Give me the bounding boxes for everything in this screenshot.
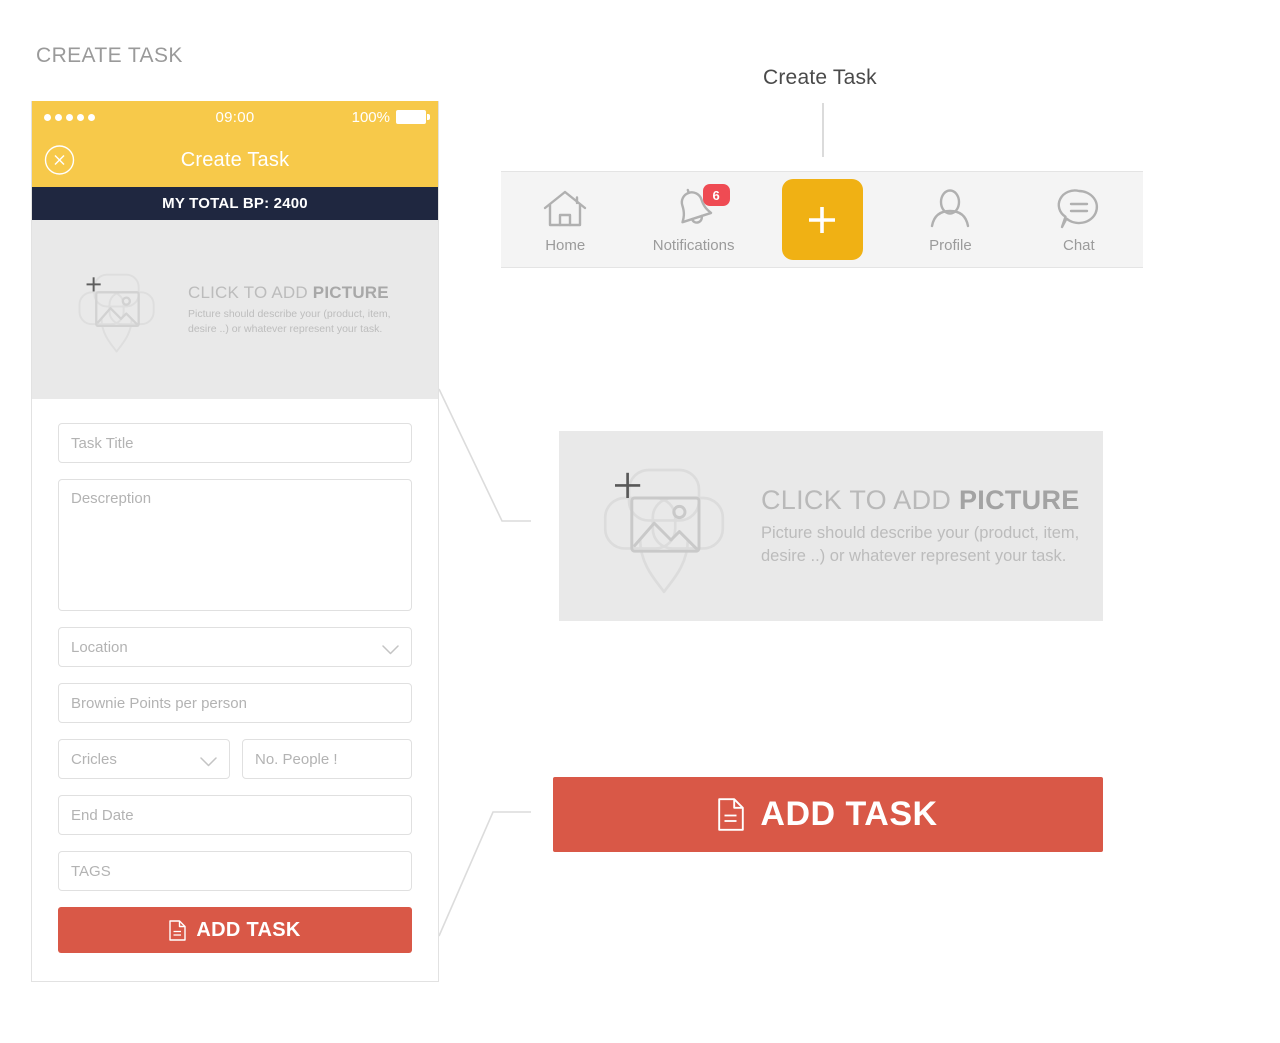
phone-mockup: 09:00 100% Create Task MY TOTAL BP: 2400: [31, 101, 439, 982]
connector-addtask: [438, 811, 531, 937]
tab-notifications[interactable]: 6 Notifications: [629, 172, 757, 267]
tab-chat[interactable]: Chat: [1015, 172, 1143, 267]
plus-icon: [809, 206, 836, 233]
add-picture-subtext-line1: Picture should describe your (product, i…: [761, 524, 1080, 543]
add-picture-text-callout: CLICK TO ADD PICTURE Picture should desc…: [761, 485, 1080, 567]
tab-create[interactable]: [758, 172, 886, 267]
screen-root: CREATE TASK 09:00 100% Create Task MY TO…: [0, 0, 1280, 1043]
add-picture-placeholder-icon: [587, 442, 755, 610]
bottom-tab-bar: Home 6 Notifications Profile Chat: [501, 171, 1143, 268]
add-picture-dropzone[interactable]: CLICK TO ADD PICTURE Picture should desc…: [32, 220, 438, 399]
task-title-input[interactable]: Task Title: [58, 423, 412, 463]
add-picture-heading-normal: CLICK TO ADD: [761, 485, 959, 516]
add-picture-heading-normal: CLICK TO ADD: [188, 283, 313, 303]
create-task-fab[interactable]: [781, 179, 863, 260]
circles-people-row: Cricles No. People !: [58, 739, 412, 779]
description-placeholder: Descreption: [71, 490, 152, 507]
add-picture-placeholder-icon: [68, 257, 174, 363]
people-count-placeholder: No. People !: [255, 750, 338, 768]
add-task-button-callout-label: ADD TASK: [760, 795, 938, 833]
brownie-points-input[interactable]: Brownie Points per person: [58, 683, 412, 723]
add-picture-heading: CLICK TO ADD PICTURE: [188, 283, 389, 302]
brownie-points-placeholder: Brownie Points per person: [71, 694, 247, 712]
create-task-form: Task Title Descreption Location Brownie …: [32, 399, 438, 953]
tab-home-label: Home: [545, 236, 586, 254]
add-picture-subtext-line1: Picture should describe your (product, i…: [188, 308, 391, 321]
add-task-button-callout[interactable]: ADD TASK: [553, 777, 1103, 852]
end-date-placeholder: End Date: [71, 806, 134, 824]
add-picture-text: CLICK TO ADD PICTURE Picture should desc…: [188, 283, 391, 335]
task-title-placeholder: Task Title: [71, 434, 134, 452]
description-textarea[interactable]: Descreption: [58, 479, 412, 611]
end-date-input[interactable]: End Date: [58, 795, 412, 835]
status-bar-right: 100%: [351, 108, 430, 126]
phone-header: Create Task: [32, 133, 438, 187]
person-icon: [927, 186, 973, 232]
home-icon: [542, 186, 588, 232]
tab-home[interactable]: Home: [501, 172, 629, 267]
total-points-bar: MY TOTAL BP: 2400: [32, 187, 438, 220]
add-picture-subtext-line2: desire ..) or whatever represent your ta…: [761, 546, 1067, 565]
location-select[interactable]: Location: [58, 627, 412, 667]
circles-placeholder: Cricles: [71, 750, 117, 768]
chat-bubble-icon: [1056, 186, 1102, 232]
battery-percent-label: 100%: [351, 108, 390, 126]
callout-title: Create Task: [763, 66, 877, 89]
add-task-button-label: ADD TASK: [196, 918, 301, 941]
phone-header-title: Create Task: [180, 148, 290, 171]
add-picture-heading: CLICK TO ADD PICTURE: [761, 485, 1080, 515]
tags-placeholder: TAGS: [71, 862, 111, 880]
status-bar: 09:00 100%: [32, 101, 438, 133]
chevron-down-icon: [200, 754, 217, 767]
people-count-input[interactable]: No. People !: [242, 739, 412, 779]
document-icon: [169, 919, 187, 941]
tags-input[interactable]: TAGS: [58, 851, 412, 891]
circles-select[interactable]: Cricles: [58, 739, 230, 779]
tab-profile-label: Profile: [929, 236, 972, 254]
tab-notifications-label: Notifications: [652, 236, 735, 254]
connector-picture: [438, 388, 531, 522]
battery-full-icon: [396, 110, 430, 124]
notifications-badge: 6: [702, 184, 730, 206]
location-placeholder: Location: [71, 638, 128, 656]
tab-profile[interactable]: Profile: [886, 172, 1014, 267]
add-picture-dropzone-callout[interactable]: CLICK TO ADD PICTURE Picture should desc…: [559, 431, 1103, 621]
tab-chat-label: Chat: [1062, 236, 1095, 254]
add-task-button[interactable]: ADD TASK: [58, 907, 412, 953]
add-picture-heading-bold: PICTURE: [958, 485, 1080, 516]
chevron-down-icon: [382, 642, 399, 655]
add-picture-heading-bold: PICTURE: [312, 283, 389, 303]
document-icon: [718, 798, 745, 831]
add-picture-subtext-line2: desire ..) or whatever represent your ta…: [188, 322, 383, 335]
